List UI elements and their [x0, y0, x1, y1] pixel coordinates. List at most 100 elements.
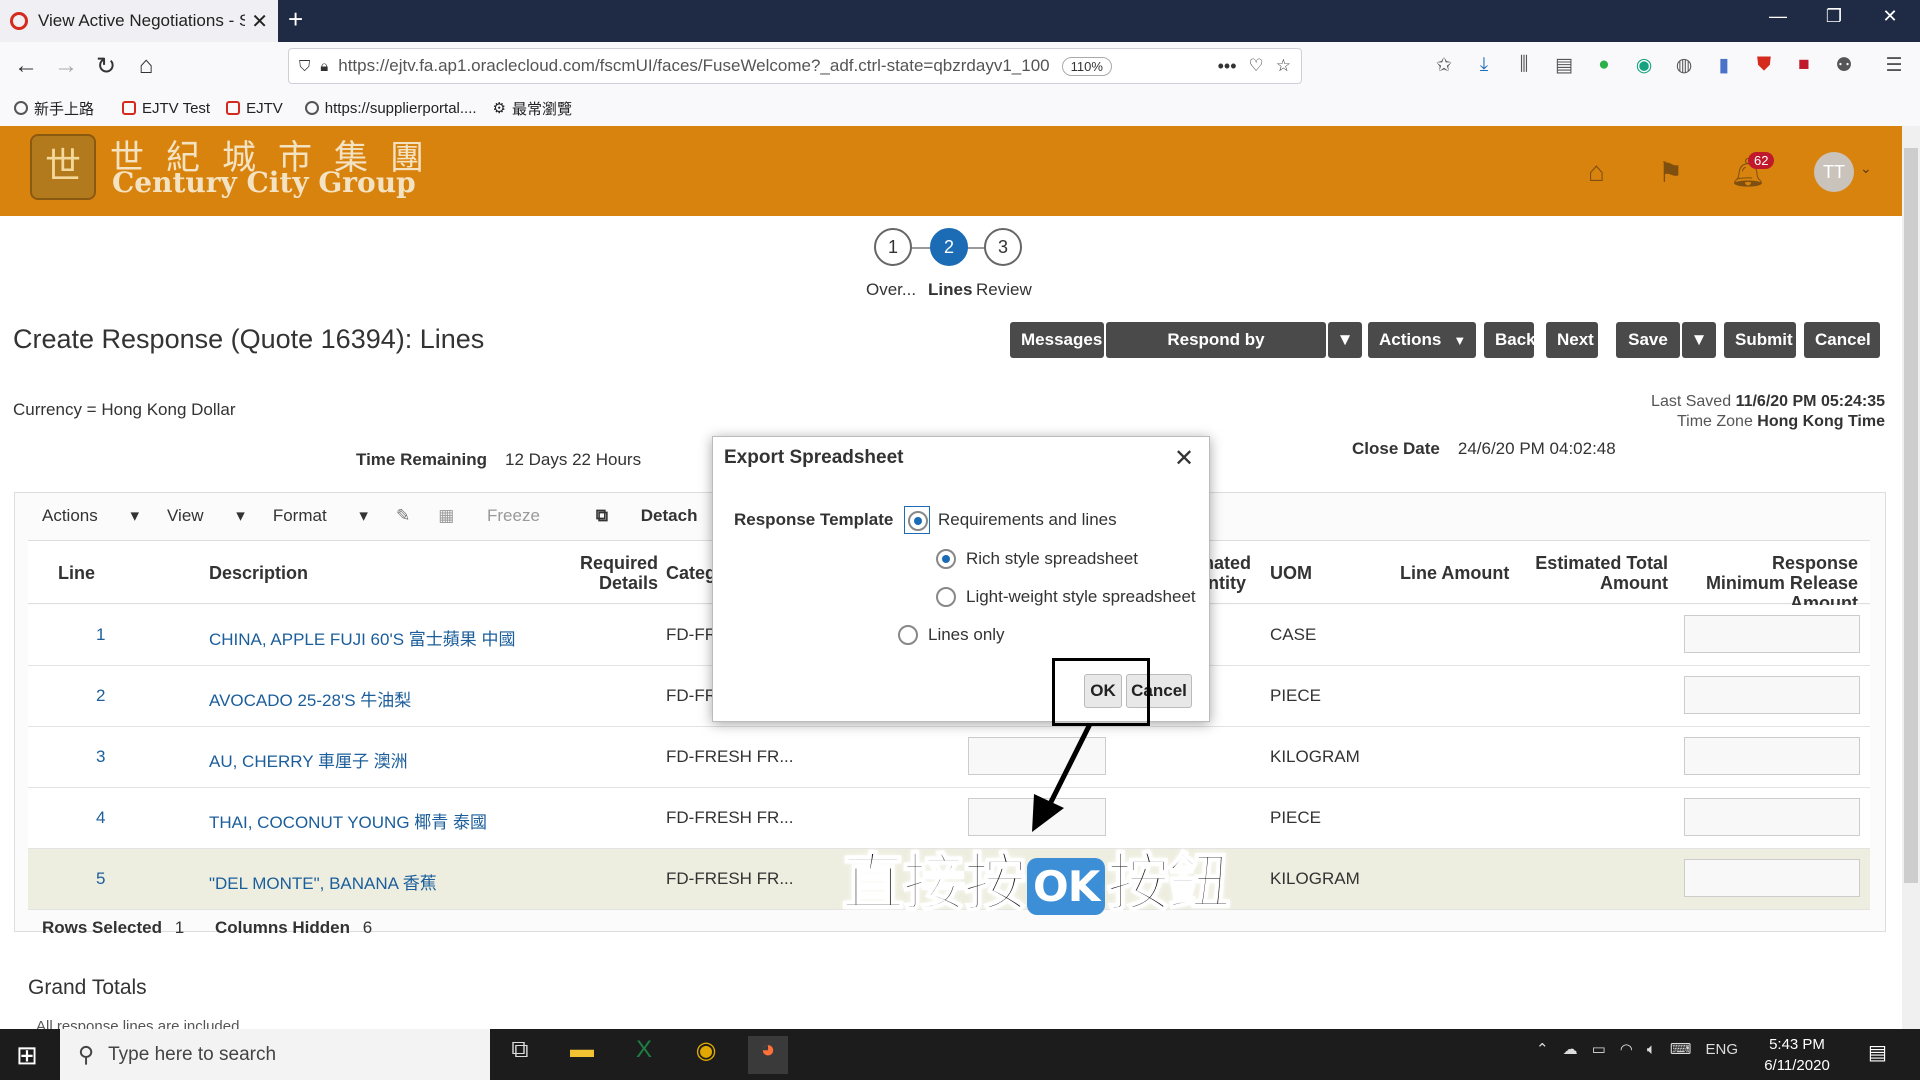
- account-icon[interactable]: ◍: [1670, 54, 1698, 78]
- radio-requirements-lines-label[interactable]: Requirements and lines: [938, 510, 1117, 530]
- home-icon[interactable]: ⌂: [1588, 156, 1605, 188]
- minimize-icon[interactable]: —: [1758, 6, 1798, 27]
- save-dropdown-chevron-icon[interactable]: ▼: [1682, 322, 1716, 358]
- table-view-menu[interactable]: View ▾: [167, 506, 245, 526]
- save-button[interactable]: Save: [1616, 322, 1680, 358]
- sidebar-icon[interactable]: ▤: [1550, 54, 1578, 78]
- language-indicator[interactable]: ENG: [1706, 1041, 1739, 1058]
- table-format-menu[interactable]: Format ▾: [273, 506, 368, 526]
- line-description-link[interactable]: CHINA, APPLE FUJI 60'S 富士蘋果 中國: [209, 625, 515, 650]
- chevron-up-icon[interactable]: ⌃: [1536, 1040, 1549, 1058]
- reading-list-icon[interactable]: ✩: [1430, 54, 1458, 78]
- bookmark-item[interactable]: EJTV Test: [122, 100, 210, 117]
- taskbar-clock[interactable]: 5:43 PM 6/11/2020: [1752, 1034, 1842, 1076]
- windows-start-icon[interactable]: ⊞: [16, 1040, 38, 1071]
- bookmark-item[interactable]: ⚙ 最常瀏覽: [493, 98, 572, 119]
- flag-icon[interactable]: ⚑: [1658, 156, 1683, 189]
- back-button[interactable]: Back: [1484, 322, 1536, 358]
- col-line[interactable]: Line: [58, 563, 95, 583]
- col-estimated-total[interactable]: Estimated Total Amount: [1528, 553, 1668, 593]
- forward-arrow-icon[interactable]: →: [48, 52, 84, 80]
- bookmark-item[interactable]: 新手上路: [14, 98, 94, 119]
- maximize-icon[interactable]: ❐: [1814, 6, 1854, 27]
- pdf-extension-icon[interactable]: ■: [1790, 54, 1818, 78]
- extension-icon[interactable]: ⚉: [1830, 54, 1858, 78]
- zoom-level[interactable]: 110%: [1061, 56, 1112, 76]
- excel-icon[interactable]: X: [624, 1036, 664, 1074]
- col-required-details[interactable]: Required Details: [548, 553, 658, 593]
- radio-lines-only[interactable]: [898, 625, 918, 645]
- response-min-input[interactable]: [1684, 798, 1860, 836]
- onedrive-icon[interactable]: ☁: [1563, 1040, 1578, 1058]
- table-row[interactable]: 3 AU, CHERRY 車厘子 澳洲 FD-FRESH FR... KILOG…: [28, 727, 1870, 788]
- library-icon[interactable]: ⫼: [1510, 54, 1538, 78]
- submit-button[interactable]: Submit: [1724, 322, 1796, 358]
- response-min-input[interactable]: [1684, 676, 1860, 714]
- col-line-amount[interactable]: Line Amount: [1400, 563, 1509, 583]
- line-description-link[interactable]: AVOCADO 25-28'S 牛油梨: [209, 686, 411, 711]
- browser-tab[interactable]: View Active Negotiations - Sup ✕: [0, 0, 278, 42]
- freeze-button[interactable]: ▦ Freeze: [438, 506, 568, 526]
- bookmark-item[interactable]: EJTV: [226, 100, 283, 117]
- chrome-icon[interactable]: ◉: [686, 1036, 726, 1074]
- radio-lightweight-style[interactable]: [936, 587, 956, 607]
- train-step-3[interactable]: 3: [984, 228, 1022, 266]
- download-icon[interactable]: ⤓: [1470, 54, 1498, 78]
- messages-button[interactable]: Messages: [1010, 322, 1104, 358]
- volume-icon[interactable]: 🔈︎: [1647, 1041, 1656, 1058]
- bookmark-extension-icon[interactable]: ▮: [1710, 54, 1738, 78]
- ublock-icon[interactable]: ⛊: [1750, 54, 1778, 78]
- pencil-icon[interactable]: ✎: [396, 506, 410, 526]
- radio-lightweight-style-label[interactable]: Light-weight style spreadsheet: [966, 587, 1196, 607]
- battery-icon[interactable]: ▭: [1592, 1040, 1606, 1058]
- url-bar[interactable]: ⛉ 🔒︎ https://ejtv.fa.ap1.oraclecloud.com…: [288, 48, 1302, 84]
- line-description-link[interactable]: "DEL MONTE", BANANA 香蕉: [209, 869, 437, 894]
- grammarly-icon[interactable]: ◉: [1630, 54, 1658, 78]
- check-extension-icon[interactable]: ●: [1590, 54, 1618, 78]
- respond-spreadsheet-button[interactable]: Respond by Spreadsheet: [1106, 322, 1326, 385]
- bookmark-item[interactable]: https://supplierportal....: [304, 100, 477, 117]
- radio-rich-style-label[interactable]: Rich style spreadsheet: [966, 549, 1138, 569]
- train-step-1-label[interactable]: Over...: [866, 280, 916, 300]
- menu-icon[interactable]: ☰: [1880, 54, 1908, 78]
- train-step-3-label[interactable]: Review: [976, 280, 1032, 300]
- home-icon[interactable]: ⌂: [128, 52, 164, 80]
- actions-button[interactable]: Actions ▼: [1368, 322, 1476, 358]
- firefox-icon[interactable]: ◕: [748, 1036, 788, 1074]
- pocket-icon[interactable]: ♡: [1249, 56, 1264, 76]
- response-min-input[interactable]: [1684, 615, 1860, 653]
- file-explorer-icon[interactable]: ▬: [562, 1036, 602, 1074]
- col-category[interactable]: Categ: [666, 563, 716, 583]
- col-description[interactable]: Description: [209, 563, 308, 583]
- avatar[interactable]: TT: [1814, 152, 1854, 192]
- task-view-icon[interactable]: ⧉: [500, 1036, 540, 1074]
- respond-dropdown-chevron-icon[interactable]: ▼: [1328, 322, 1362, 358]
- train-step-1[interactable]: 1: [874, 228, 912, 266]
- more-icon[interactable]: •••: [1218, 56, 1237, 77]
- action-center-icon[interactable]: ▤: [1868, 1040, 1887, 1065]
- back-arrow-icon[interactable]: ←: [8, 52, 44, 80]
- col-response-minimum[interactable]: Response Minimum Release Amount: [1688, 553, 1858, 613]
- line-description-link[interactable]: THAI, COCONUT YOUNG 椰青 泰國: [209, 808, 487, 833]
- train-step-2[interactable]: 2: [930, 228, 968, 266]
- tab-close-icon[interactable]: ✕: [251, 9, 268, 34]
- radio-requirements-lines[interactable]: [908, 511, 928, 531]
- reload-icon[interactable]: ↻: [88, 52, 124, 81]
- col-uom[interactable]: UOM: [1270, 563, 1312, 583]
- radio-lines-only-label[interactable]: Lines only: [928, 625, 1005, 645]
- chevron-down-icon[interactable]: ⌄: [1860, 160, 1872, 177]
- next-button[interactable]: Next: [1546, 322, 1598, 358]
- bookmark-star-icon[interactable]: ☆: [1276, 56, 1291, 76]
- response-min-input[interactable]: [1684, 737, 1860, 775]
- close-icon[interactable]: ✕: [1174, 444, 1194, 473]
- scrollbar-thumb[interactable]: [1904, 148, 1918, 883]
- wifi-icon[interactable]: ◠: [1620, 1040, 1633, 1058]
- radio-rich-style[interactable]: [936, 549, 956, 569]
- detach-button[interactable]: ⧉ Detach: [596, 506, 726, 526]
- new-tab-icon[interactable]: +: [288, 4, 303, 35]
- table-actions-menu[interactable]: Actions ▾: [42, 506, 139, 526]
- cancel-button[interactable]: Cancel: [1804, 322, 1880, 358]
- line-description-link[interactable]: AU, CHERRY 車厘子 澳洲: [209, 747, 408, 772]
- taskbar-search[interactable]: ⚲ Type here to search: [60, 1029, 490, 1080]
- response-min-input[interactable]: [1684, 859, 1860, 897]
